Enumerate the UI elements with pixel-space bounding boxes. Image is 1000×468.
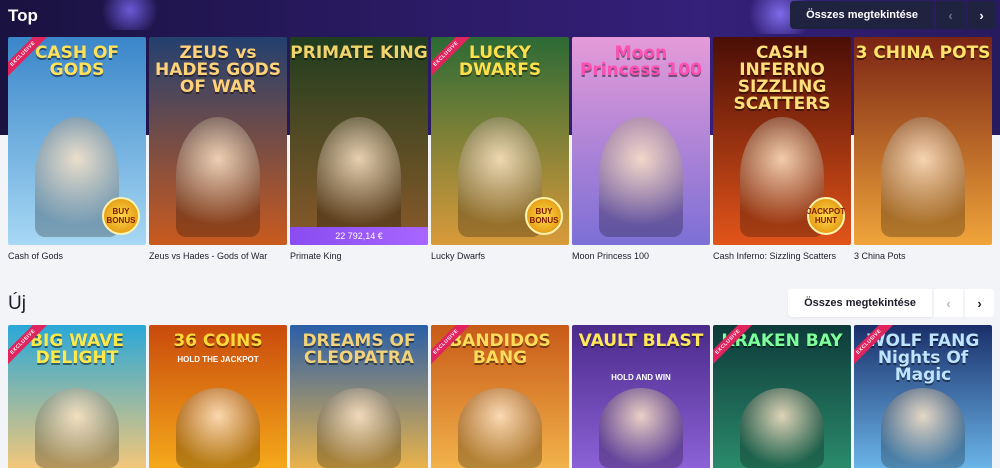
game-card[interactable]: LUCKY DWARFS EXCLUSIVE BUY BONUS Lucky Dwar… — [431, 37, 569, 261]
game-name[interactable]: Lucky Dwarfs — [431, 251, 569, 261]
game-character-art — [176, 117, 260, 237]
game-thumbnail[interactable]: CASH OF GODS EXCLUSIVE BUY BONUS — [8, 37, 146, 245]
game-character-art — [599, 388, 683, 468]
game-thumbnail[interactable]: ZEUS vs HADES GODS OF WAR — [149, 37, 287, 245]
see-all-button[interactable]: Összes megtekintése — [788, 289, 932, 317]
game-name[interactable]: Zeus vs Hades - Gods of War — [149, 251, 287, 261]
game-thumbnail[interactable]: KRAKEN BAY EXCLUSIVE — [713, 325, 851, 468]
game-art-title: ZEUS vs HADES GODS OF WAR — [154, 43, 282, 97]
game-name[interactable]: Cash of Gods — [8, 251, 146, 261]
game-character-art — [317, 388, 401, 468]
game-art-title: 3 CHINA POTS — [855, 43, 991, 63]
game-name[interactable]: Primate King — [290, 251, 428, 261]
game-art-title: PRIMATE KING — [290, 43, 428, 63]
chevron-right-icon[interactable]: › — [967, 1, 996, 29]
game-card[interactable]: BIG WAVE DELIGHT EXCLUSIVE — [8, 325, 146, 468]
section-title-top: Top — [8, 6, 38, 25]
game-card[interactable]: Moon Princess 100 Moon Princess 100 — [572, 37, 710, 261]
game-character-art — [176, 388, 260, 468]
game-character-art — [599, 117, 683, 237]
decor-glow — [95, 0, 165, 30]
game-thumbnail[interactable]: DREAMS OF CLEOPATRA — [290, 325, 428, 468]
game-card[interactable]: WOLF FANG Nights Of Magic EXCLUSIVE — [854, 325, 992, 468]
game-card[interactable]: PRIMATE KING 22 792,14 € Primate King — [290, 37, 428, 261]
game-card[interactable]: 3 CHINA POTS 3 China Pots — [854, 37, 992, 261]
game-art-subtitle: HOLD THE JACKPOT — [177, 355, 259, 364]
chevron-right-icon[interactable]: › — [965, 289, 994, 317]
top-section-nav: Összes megtekintése ‹ › — [790, 1, 996, 29]
bonus-badge: JACKPOT HUNT — [807, 197, 845, 235]
game-thumbnail[interactable]: WOLF FANG Nights Of Magic EXCLUSIVE — [854, 325, 992, 468]
game-card[interactable]: DREAMS OF CLEOPATRA — [290, 325, 428, 468]
game-card[interactable]: ZEUS vs HADES GODS OF WAR Zeus vs Hades -… — [149, 37, 287, 261]
game-thumbnail[interactable]: LUCKY DWARFS EXCLUSIVE BUY BONUS — [431, 37, 569, 245]
game-thumbnail[interactable]: 36 COINS HOLD THE JACKPOT — [149, 325, 287, 468]
game-character-art — [881, 388, 965, 468]
game-thumbnail[interactable]: BANDIDOS BANG EXCLUSIVE — [431, 325, 569, 468]
game-character-art — [740, 388, 824, 468]
jackpot-amount: 22 792,14 € — [290, 227, 428, 245]
game-card[interactable]: BANDIDOS BANG EXCLUSIVE — [431, 325, 569, 468]
game-art-subtitle: HOLD AND WIN — [611, 373, 671, 382]
new-section-nav: Összes megtekintése ‹ › — [788, 289, 994, 317]
game-card[interactable]: CASH INFERNO SIZZLING SCATTERS JACKPOT HU… — [713, 37, 851, 261]
new-games-row: BIG WAVE DELIGHT EXCLUSIVE 36 COINS HOLD TH… — [8, 325, 992, 468]
game-card[interactable]: VAULT BLAST HOLD AND WIN — [572, 325, 710, 468]
chevron-left-icon[interactable]: ‹ — [936, 1, 965, 29]
section-title-new: Új — [8, 293, 26, 314]
game-character-art — [881, 117, 965, 237]
game-art-title: CASH INFERNO SIZZLING SCATTERS — [733, 43, 831, 114]
see-all-button[interactable]: Összes megtekintése — [790, 1, 934, 29]
game-name[interactable]: 3 China Pots — [854, 251, 992, 261]
game-thumbnail[interactable]: CASH INFERNO SIZZLING SCATTERS JACKPOT HU… — [713, 37, 851, 245]
game-art-title: DREAMS OF CLEOPATRA — [302, 331, 416, 368]
top-games-row: CASH OF GODS EXCLUSIVE BUY BONUS Cash of Go… — [8, 37, 992, 261]
game-card[interactable]: CASH OF GODS EXCLUSIVE BUY BONUS Cash of Go… — [8, 37, 146, 261]
game-art-title: VAULT BLAST — [578, 331, 704, 351]
game-thumbnail[interactable]: BIG WAVE DELIGHT EXCLUSIVE — [8, 325, 146, 468]
game-thumbnail[interactable]: VAULT BLAST HOLD AND WIN — [572, 325, 710, 468]
game-card[interactable]: 36 COINS HOLD THE JACKPOT — [149, 325, 287, 468]
game-thumbnail[interactable]: 3 CHINA POTS — [854, 37, 992, 245]
game-character-art — [458, 388, 542, 468]
chevron-left-icon[interactable]: ‹ — [934, 289, 963, 317]
game-name[interactable]: Cash Inferno: Sizzling Scatters — [713, 251, 851, 261]
game-character-art — [35, 388, 119, 468]
game-art-title: 36 COINS — [173, 331, 263, 351]
game-thumbnail[interactable]: Moon Princess 100 — [572, 37, 710, 245]
game-thumbnail[interactable]: PRIMATE KING 22 792,14 € — [290, 37, 428, 245]
bonus-badge: BUY BONUS — [525, 197, 563, 235]
game-character-art — [317, 117, 401, 237]
game-name[interactable]: Moon Princess 100 — [572, 251, 710, 261]
game-card[interactable]: KRAKEN BAY EXCLUSIVE — [713, 325, 851, 468]
game-art-title: Moon Princess 100 — [579, 43, 703, 80]
bonus-badge: BUY BONUS — [102, 197, 140, 235]
